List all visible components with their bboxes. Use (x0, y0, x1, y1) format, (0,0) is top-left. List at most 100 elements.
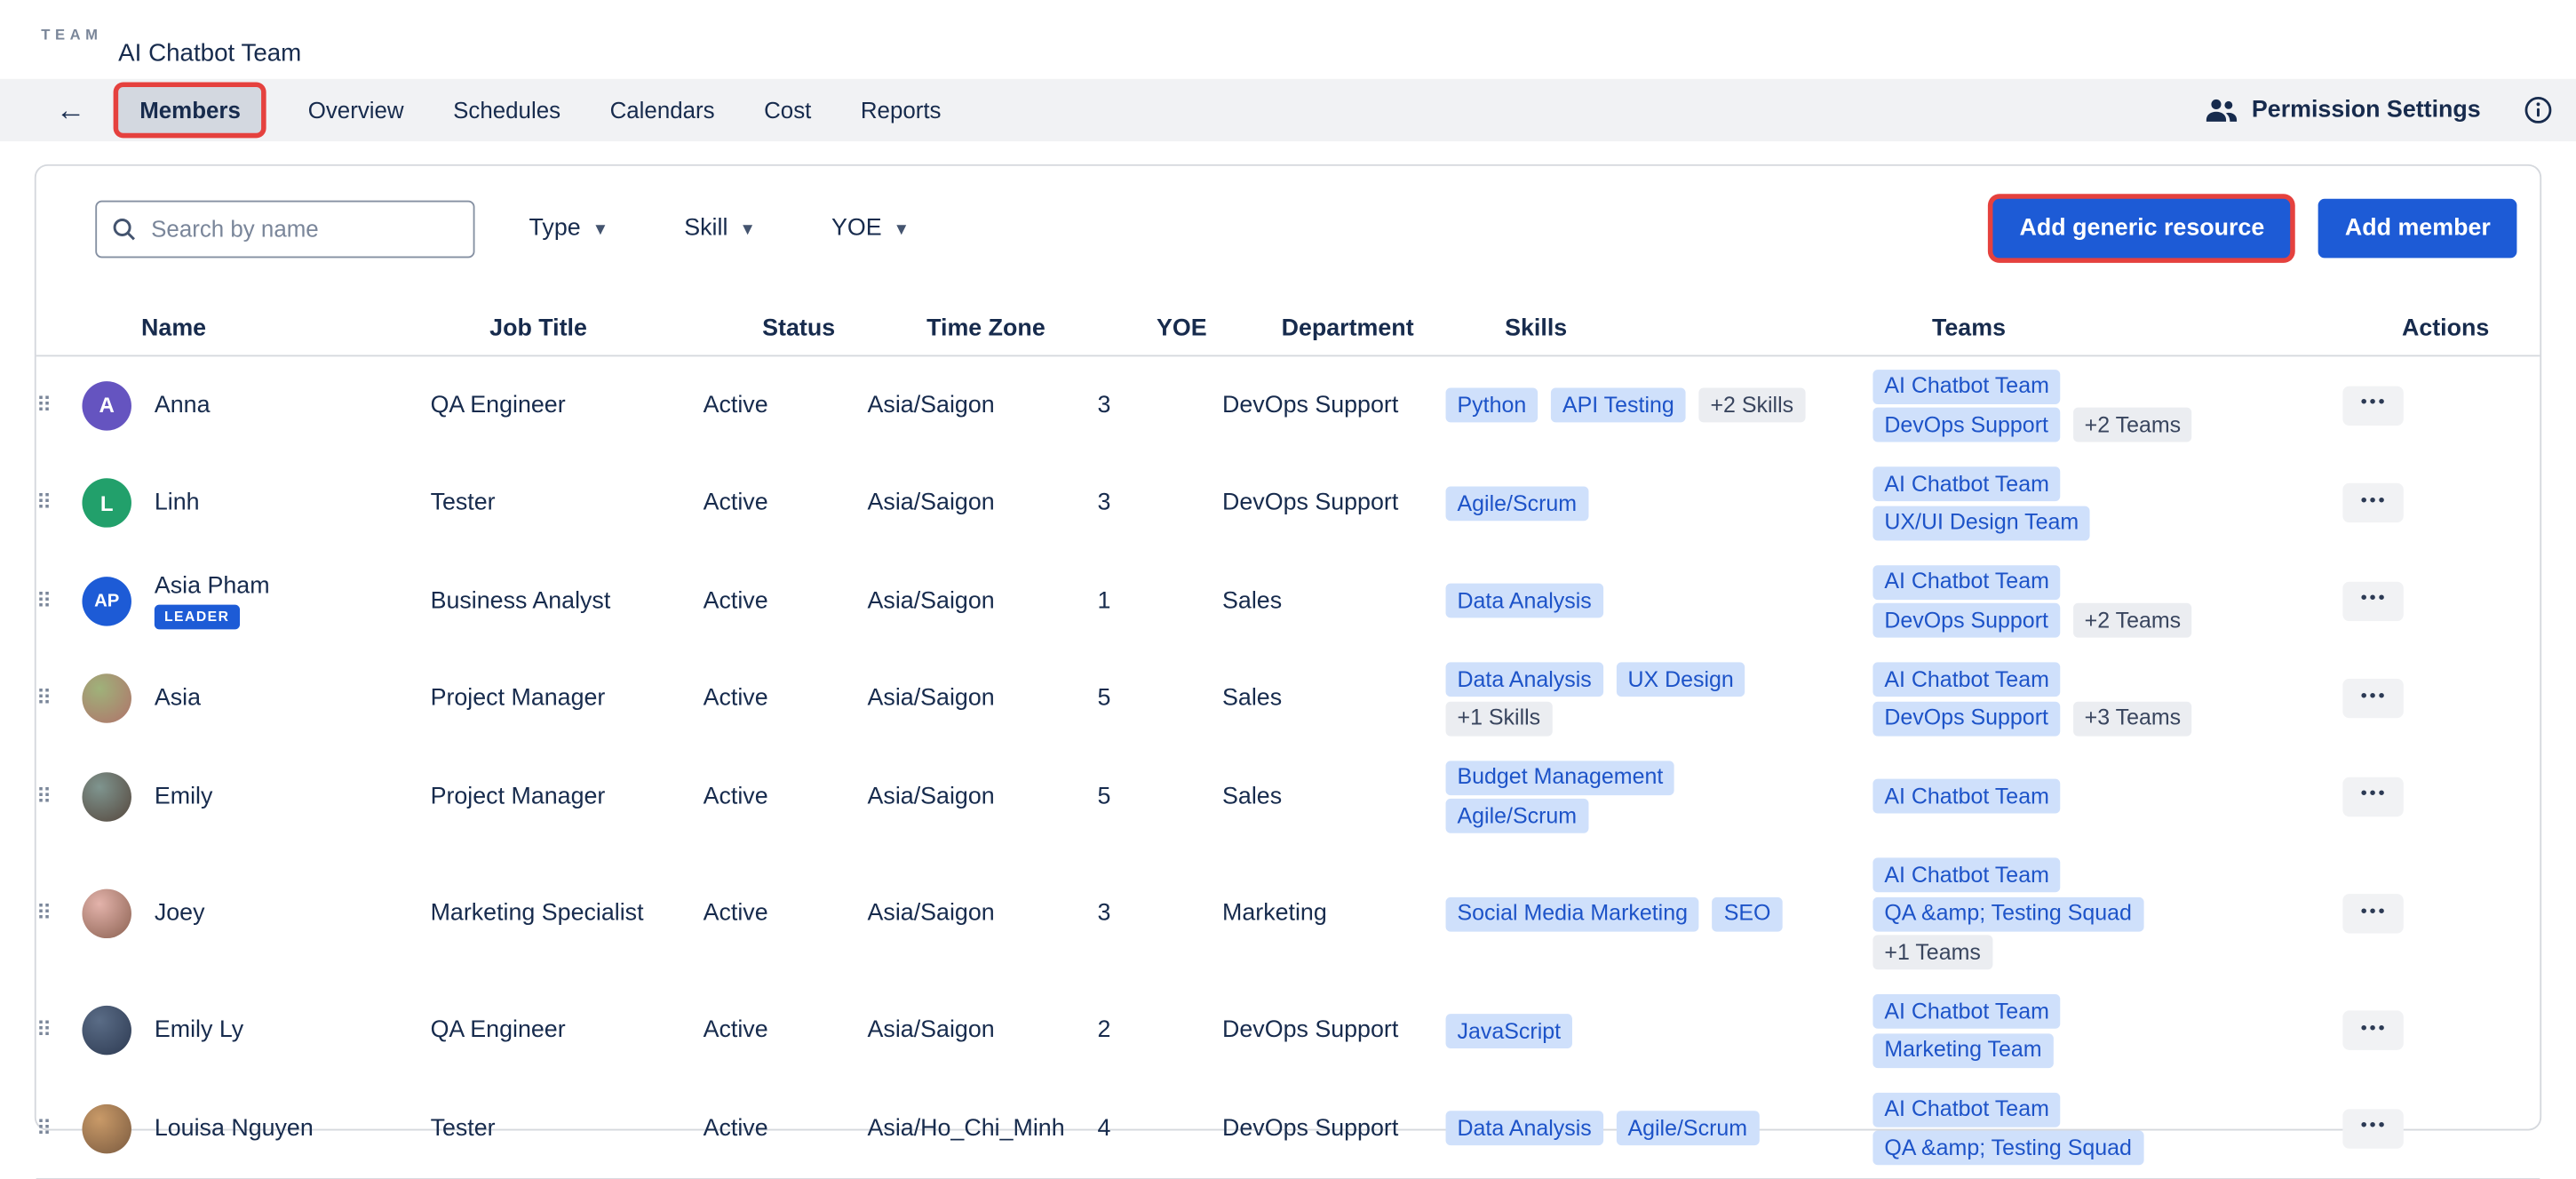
filter-yoe[interactable]: YOE▾ (831, 215, 906, 242)
department: Marketing (1222, 901, 1446, 928)
skill-chip[interactable]: SEO (1713, 896, 1783, 931)
column-header-yoe: YOE (1157, 315, 1282, 341)
member-name: Asia (155, 686, 201, 713)
team-chip[interactable]: DevOps Support (1872, 701, 2059, 736)
avatar-initials: AP (82, 577, 131, 625)
skill-chip[interactable]: Agile/Scrum (1617, 1111, 1760, 1146)
drag-handle-icon[interactable]: ⠿ (36, 490, 83, 517)
skill-chip[interactable]: Agile/Scrum (1446, 799, 1589, 833)
table-row: ⠿Emily LyQA EngineerActiveAsia/Saigon2De… (36, 982, 2540, 1079)
job-title: Marketing Specialist (431, 901, 704, 928)
team-chip[interactable]: DevOps Support (1872, 603, 2059, 638)
people-icon (2204, 97, 2237, 123)
row-actions-button[interactable]: ••• (2342, 1109, 2403, 1148)
team-chip[interactable]: AI Chatbot Team (1872, 857, 2060, 892)
add-member-button[interactable]: Add member (2318, 199, 2516, 259)
row-actions-button[interactable]: ••• (2342, 777, 2403, 816)
more-chip[interactable]: +1 Teams (1872, 935, 1992, 969)
teams-cell: AI Chatbot Team (1872, 775, 2342, 817)
time-zone: Asia/Saigon (868, 784, 1098, 810)
team-chip[interactable]: AI Chatbot Team (1872, 466, 2060, 501)
skill-chip[interactable]: JavaScript (1446, 1014, 1572, 1048)
status: Active (704, 901, 868, 928)
skill-chip[interactable]: API Testing (1551, 388, 1686, 423)
skill-chip[interactable]: Budget Management (1446, 760, 1675, 794)
tab-schedules[interactable]: Schedules (449, 87, 563, 133)
add-generic-resource-button[interactable]: Add generic resource (1993, 199, 2291, 259)
department: Sales (1222, 588, 1446, 615)
nav-bar: ← Members Overview Schedules Calendars Cost R… (0, 79, 2576, 141)
team-chip[interactable]: QA &amp; Testing Squad (1872, 1130, 2143, 1165)
team-chip[interactable]: AI Chatbot Team (1872, 994, 2060, 1029)
more-chip[interactable]: +2 Teams (2073, 408, 2192, 442)
time-zone: Asia/Saigon (868, 686, 1098, 713)
filter-label: YOE (831, 215, 882, 242)
more-chip[interactable]: +2 Teams (2073, 603, 2192, 638)
filter-skill[interactable]: Skill▾ (684, 215, 752, 242)
drag-handle-icon[interactable]: ⠿ (36, 901, 83, 928)
row-actions-button[interactable]: ••• (2342, 386, 2403, 425)
member-name: Louisa Nguyen (155, 1115, 314, 1142)
column-header-name: Name (141, 315, 489, 341)
actions-cell: ••• (2342, 1109, 2454, 1148)
skill-chip[interactable]: UX Design (1617, 662, 1745, 697)
teams-cell: AI Chatbot Team DevOps Support +2 Teams (1872, 561, 2342, 642)
skill-chip[interactable]: Social Media Marketing (1446, 896, 1699, 931)
team-chip[interactable]: AI Chatbot Team (1872, 1092, 2060, 1127)
drag-handle-icon[interactable]: ⠿ (36, 686, 83, 713)
time-zone: Asia/Saigon (868, 393, 1098, 419)
row-actions-button[interactable]: ••• (2342, 1011, 2403, 1050)
column-header-time-zone: Time Zone (926, 315, 1157, 341)
time-zone: Asia/Saigon (868, 490, 1098, 517)
more-chip[interactable]: +2 Skills (1699, 388, 1806, 423)
drag-handle-icon[interactable]: ⠿ (36, 1017, 83, 1044)
skills-cell: Python API Testing +2 Skills (1446, 384, 1873, 426)
yoe: 3 (1097, 393, 1222, 419)
more-chip[interactable]: +3 Teams (2073, 701, 2192, 736)
department: DevOps Support (1222, 1115, 1446, 1142)
team-chip[interactable]: AI Chatbot Team (1872, 779, 2060, 814)
tab-calendars[interactable]: Calendars (607, 87, 718, 133)
team-chip[interactable]: DevOps Support (1872, 408, 2059, 442)
info-icon[interactable] (2524, 95, 2553, 124)
drag-handle-icon[interactable]: ⠿ (36, 784, 83, 810)
team-chip[interactable]: AI Chatbot Team (1872, 369, 2060, 403)
skills-cell: Budget Management Agile/Scrum (1446, 756, 1873, 838)
table-header: NameJob TitleStatusTime ZoneYOEDepartmen… (36, 300, 2540, 356)
tab-reports[interactable]: Reports (857, 87, 944, 133)
more-chip[interactable]: +1 Skills (1446, 701, 1553, 736)
back-button[interactable]: ← (49, 92, 91, 129)
row-actions-button[interactable]: ••• (2342, 679, 2403, 718)
filter-type[interactable]: Type▾ (529, 215, 606, 242)
status: Active (704, 784, 868, 810)
row-actions-button[interactable]: ••• (2342, 581, 2403, 620)
team-chip[interactable]: UX/UI Design Team (1872, 506, 2090, 540)
row-actions-button[interactable]: ••• (2342, 894, 2403, 933)
row-actions-button[interactable]: ••• (2342, 483, 2403, 522)
team-chip[interactable]: QA &amp; Testing Squad (1872, 896, 2143, 931)
team-chip[interactable]: AI Chatbot Team (1872, 662, 2060, 697)
skill-chip[interactable]: Python (1446, 388, 1538, 423)
permission-settings-label: Permission Settings (2252, 97, 2481, 123)
permission-settings-button[interactable]: Permission Settings (2194, 95, 2491, 124)
tab-cost[interactable]: Cost (760, 87, 815, 133)
skill-chip[interactable]: Data Analysis (1446, 1111, 1603, 1146)
avatar-photo (82, 772, 131, 821)
skill-chip[interactable]: Data Analysis (1446, 662, 1603, 697)
skill-chip[interactable]: Agile/Scrum (1446, 486, 1589, 521)
tab-overview[interactable]: Overview (305, 87, 407, 133)
skills-cell: Data Analysis (1446, 579, 1873, 622)
drag-handle-icon[interactable]: ⠿ (36, 393, 83, 419)
search-icon (112, 216, 137, 241)
member-name-cell: Asia (82, 674, 430, 723)
drag-handle-icon[interactable]: ⠿ (36, 1115, 83, 1142)
team-chip[interactable]: AI Chatbot Team (1872, 564, 2060, 599)
tab-members[interactable]: Members (118, 87, 262, 133)
team-chip[interactable]: Marketing Team (1872, 1032, 2053, 1067)
skill-chip[interactable]: Data Analysis (1446, 584, 1603, 618)
department: Sales (1222, 784, 1446, 810)
yoe: 4 (1097, 1115, 1222, 1142)
search-input[interactable] (147, 213, 458, 243)
drag-handle-icon[interactable]: ⠿ (36, 588, 83, 615)
member-name-cell: Joey (82, 889, 430, 938)
